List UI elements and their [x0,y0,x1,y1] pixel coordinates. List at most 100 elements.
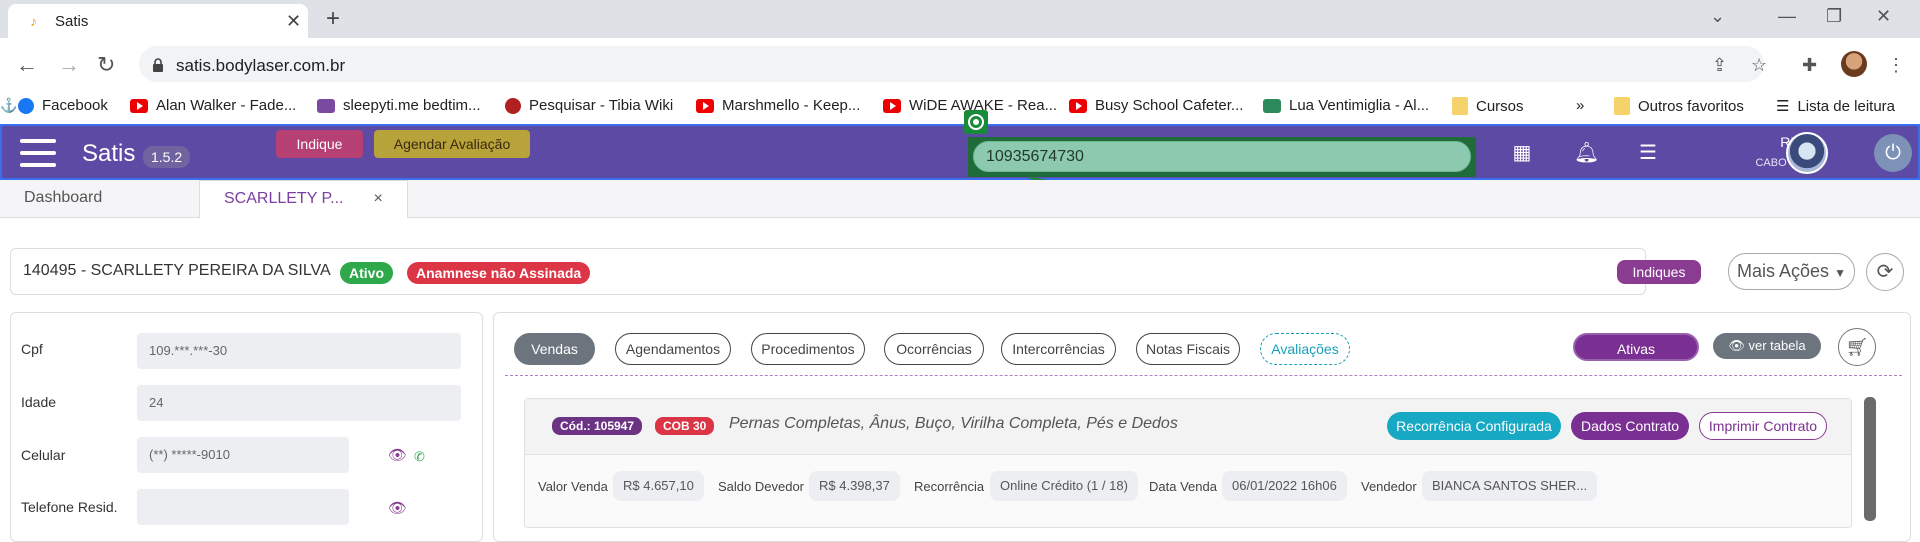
tab-label: Dashboard [24,189,103,206]
client-name: 140495 - SCARLLETY PEREIRA DA SILVA [23,262,331,279]
menu-kebab-icon[interactable]: ⋮ [1887,55,1905,76]
anchor-icon: ⚓ [0,97,18,113]
bookmark-label: Cursos [1476,97,1524,115]
bookmark-busy-school[interactable]: Busy School Cafeter... [1069,97,1243,114]
vendedor-value: BIANCA SANTOS SHER... [1422,471,1598,501]
close-tab-icon[interactable]: ✕ [286,11,301,32]
calendar-icon[interactable]: ▦ [1511,142,1533,164]
ver-tabela-button[interactable]: 👁︎ ver tabela [1713,333,1821,359]
tab-ocorrencias[interactable]: Ocorrências [884,333,984,365]
user-avatar[interactable] [1786,132,1828,174]
youtube-icon [1069,98,1087,113]
bookmark-outros-favoritos[interactable]: Outros favoritos [1614,97,1744,115]
tab-intercorrencias[interactable]: Intercorrências [1001,333,1116,365]
tab-avaliacoes[interactable]: Avaliações [1260,333,1350,365]
whatsapp-icon[interactable]: ✆ [414,449,425,465]
anamnese-badge[interactable]: Anamnese não Assinada [407,262,591,284]
tab-client[interactable]: SCARLLETY P... × [199,180,408,218]
youtube-icon [883,98,901,113]
hamburger-menu-icon[interactable] [20,139,56,167]
refresh-icon[interactable]: ⟳ [1866,253,1904,291]
ativas-toggle[interactable]: Ativas [1573,333,1699,361]
search-input[interactable]: 10935674730 [973,141,1471,172]
bookmark-tibia[interactable]: Pesquisar - Tibia Wiki [505,97,673,114]
tab-vendas[interactable]: Vendas [514,333,595,365]
bookmark-facebook[interactable]: Facebook [18,97,108,114]
browser-tab-strip: ♪ Satis ✕ + ⌄ — ❐ ✕ [0,0,1920,38]
contract-description: Pernas Completas, Ânus, Buço, Virilha Co… [729,415,1178,432]
cart-icon[interactable]: 🛒︎ [1838,328,1876,366]
profile-avatar[interactable] [1841,51,1867,77]
telefone-label: Telefone Resid. [21,499,118,515]
divider [505,375,1902,376]
youtube-icon [696,98,714,113]
imprimir-contrato-button[interactable]: Imprimir Contrato [1699,412,1827,440]
close-window-icon[interactable]: ✕ [1876,6,1891,27]
reading-list-icon: ☰ [1776,98,1790,115]
contract-header: Cód.: 105947 COB 30 Pernas Completas, Ân… [525,399,1851,455]
bookmark-label: » [1576,97,1585,114]
facebook-icon [18,97,34,114]
bookmark-sleepytime[interactable]: sleepyti.me bedtim... [317,97,481,114]
bookmark-cursos[interactable]: Cursos [1452,97,1524,115]
browser-tab[interactable]: ♪ Satis ✕ [8,4,308,38]
reload-icon[interactable]: ↻ [97,52,115,78]
restore-icon[interactable]: ❐ [1826,6,1842,27]
power-icon[interactable]: ⏻ [1874,134,1912,172]
bookmark-label: Facebook [42,97,108,114]
forward-arrow-icon[interactable]: → [58,52,80,78]
browser-tab-title: Satis [55,13,89,30]
bookmarks-overflow[interactable]: » [1576,97,1584,114]
bookmark-label: Busy School Cafeter... [1095,97,1244,114]
bookmark-lista-de-leitura[interactable]: ☰ Lista de leitura [1776,97,1895,116]
scrollbar[interactable] [1864,397,1876,521]
close-tab-icon[interactable]: × [373,190,382,207]
cpf-field[interactable]: 109.***.***-30 [137,333,461,369]
lock-icon [153,58,163,72]
client-banner: 140495 - SCARLLETY PEREIRA DA SILVA Ativ… [10,248,1646,295]
recorrencia-configurada-button[interactable]: Recorrência Configurada [1387,412,1561,440]
tab-procedimentos[interactable]: Procedimentos [751,333,865,365]
eye-icon[interactable]: 👁︎ [388,499,407,517]
new-tab-icon[interactable]: + [326,5,340,33]
dados-contrato-button[interactable]: Dados Contrato [1571,412,1689,440]
url-text[interactable]: satis.bodylaser.com.br [176,56,345,76]
mais-acoes-label: Mais Ações [1737,261,1830,281]
bookmark-site-icon [1263,98,1281,113]
indique-button[interactable]: Indique [276,130,363,158]
mais-acoes-dropdown[interactable]: Mais Ações ▼ [1728,253,1855,290]
app-brand[interactable]: Satis [82,140,135,168]
agendar-avaliacao-button[interactable]: Agendar Avaliação [374,130,530,158]
data-venda-value: 06/01/2022 16h06 [1222,471,1347,501]
omnibox[interactable] [139,46,1764,82]
celular-field[interactable]: (**) *****-9010 [137,437,349,473]
checklist-icon[interactable]: ☰ [1637,142,1659,164]
share-icon[interactable]: ⇪ [1712,55,1727,76]
tab-dashboard[interactable]: Dashboard [0,180,126,218]
bookmark-star-icon[interactable]: ☆ [1751,55,1767,76]
indiques-button[interactable]: Indiques [1617,260,1701,284]
idade-field[interactable]: 24 [137,385,461,421]
chevron-down-icon[interactable]: ⌄ [1710,6,1725,27]
tab-agendamentos[interactable]: Agendamentos [615,333,731,365]
celular-label: Celular [21,447,66,463]
bookmark-alan-walker[interactable]: Alan Walker - Fade... [130,97,296,114]
vendedor-label: Vendedor [1361,479,1417,494]
tibia-icon [505,97,521,114]
saldo-devedor-label: Saldo Devedor [718,479,804,494]
contract-code-badge: Cód.: 105947 [552,417,643,435]
bell-icon[interactable]: 🔔︎ [1574,142,1599,164]
caret-down-icon: ▼ [1834,266,1846,280]
minimize-icon[interactable]: — [1778,6,1796,27]
recorrencia-value: Online Crédito (1 / 18) [990,471,1138,501]
bookmark-marshmello[interactable]: Marshmello - Keep... [696,97,860,114]
search-highlight-frame: 10935674730 [968,137,1476,177]
extensions-icon[interactable]: ✚ [1802,55,1817,76]
target-handle-icon[interactable] [964,110,988,134]
back-arrow-icon[interactable]: ← [16,52,38,78]
tab-notas-fiscais[interactable]: Notas Fiscais [1136,333,1240,365]
bookmark-lua-ventimiglia[interactable]: Lua Ventimiglia - Al... [1263,97,1429,114]
telefone-field[interactable] [137,489,349,525]
eye-icon[interactable]: 👁︎ [388,446,407,464]
ver-tabela-label: ver tabela [1748,338,1806,353]
